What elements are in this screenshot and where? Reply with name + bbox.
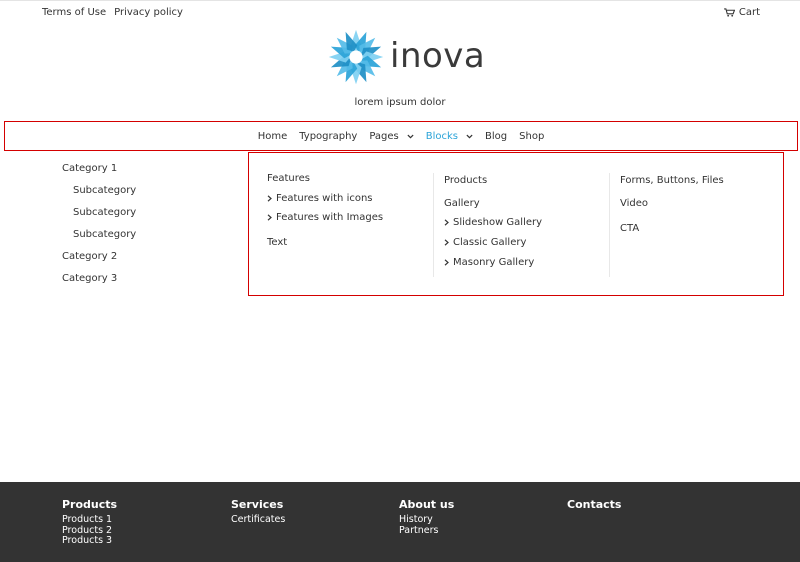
terms-of-use-link[interactable]: Terms of Use [42,7,106,18]
chevron-right-icon [267,214,272,221]
menu-item-masonry-gallery[interactable]: Masonry Gallery [444,257,534,268]
nav-item-pages[interactable]: Pages [369,130,414,142]
menu-item-classic-gallery[interactable]: Classic Gallery [444,237,526,248]
nav-item-label: Blocks [425,130,459,142]
mega-menu-column: Features Features with icons Features wi… [267,173,431,277]
blocks-mega-menu: Features Features with icons Features wi… [248,152,784,296]
footer-link[interactable]: Products 1 [62,514,117,526]
footer-column-services: Services Certificates [231,498,285,526]
menu-item-label: Masonry Gallery [453,257,535,268]
menu-item-label: Classic Gallery [453,237,527,248]
subcategory-item[interactable]: Subcategory [62,207,136,229]
chevron-right-icon [444,239,449,246]
cart-icon [723,8,735,17]
nav-item-typography[interactable]: Typography [299,131,357,142]
chevron-right-icon [444,259,449,266]
menu-item-cta[interactable]: CTA [620,223,639,234]
flower-logo-icon [328,29,384,85]
mega-menu-column: Forms, Buttons, Files Video CTA [609,173,769,277]
footer-column-title: Services [231,498,284,511]
category-sidebar: Category 1 Subcategory Subcategory Subca… [62,163,136,295]
chevron-right-icon [444,219,449,226]
nav-item-label: Pages [369,130,399,142]
logo-center [349,50,363,64]
menu-item-products[interactable]: Products [444,175,487,186]
footer-column-contacts: Contacts [567,498,621,515]
menu-item-label: Slideshow Gallery [453,217,543,228]
page: Terms of Use Privacy policy Cart inova l… [0,0,800,482]
cart-link[interactable]: Cart [723,7,760,18]
tagline: lorem ipsum dolor [354,97,446,108]
footer: Products Products 1 Products 2 Products … [0,482,800,562]
menu-item-text[interactable]: Text [267,237,287,248]
footer-link[interactable]: History [399,514,454,526]
menu-item-label: Features with icons [276,193,373,204]
category-item[interactable]: Category 1 [62,163,136,185]
menu-item-label: Features with Images [276,212,384,223]
chevron-down-icon [466,134,473,139]
privacy-policy-link[interactable]: Privacy policy [114,7,183,18]
menu-item-slideshow-gallery[interactable]: Slideshow Gallery [444,217,542,228]
subcategory-item[interactable]: Subcategory [62,229,136,251]
nav-item-label: Home [257,130,288,142]
cart-label: Cart [738,7,760,18]
menu-item-features-with-images[interactable]: Features with Images [267,212,383,223]
nav-item-blog[interactable]: Blog [485,131,507,142]
brand-name: inova [390,36,486,76]
subcategory-item[interactable]: Subcategory [62,185,136,207]
category-item[interactable]: Category 2 [62,251,136,273]
nav-item-label: Shop [519,130,545,142]
footer-link[interactable]: Partners [399,525,454,537]
menu-item-features-with-icons[interactable]: Features with icons [267,193,373,204]
nav-item-label: Typography [299,130,358,142]
menu-item-video[interactable]: Video [620,198,648,209]
chevron-down-icon [407,134,414,139]
menu-item-forms-buttons-files[interactable]: Forms, Buttons, Files [620,175,724,186]
footer-column-title: About us [399,498,455,511]
nav-item-shop[interactable]: Shop [519,131,544,142]
footer-column-title: Contacts [567,498,622,511]
footer-column-title: Products [62,498,118,511]
footer-link[interactable]: Certificates [231,514,285,526]
chevron-right-icon [267,195,272,202]
top-links: Terms of Use Privacy policy [42,7,183,18]
nav-item-label: Blog [485,130,508,142]
footer-column-products: Products Products 1 Products 2 Products … [62,498,117,547]
nav-item-home[interactable]: Home [258,131,288,142]
logo[interactable]: inova [326,25,485,89]
menu-item-features[interactable]: Features [267,173,310,184]
footer-column-about-us: About us History Partners [399,498,454,536]
menu-item-gallery[interactable]: Gallery [444,198,480,209]
main-nav: Home Typography Pages Blocks Blog Shop [4,121,798,151]
footer-link[interactable]: Products 3 [62,535,117,547]
category-item[interactable]: Category 3 [62,273,136,295]
nav-item-blocks[interactable]: Blocks [426,131,473,142]
mega-menu-column: Products Gallery Slideshow Gallery Class… [433,173,609,277]
